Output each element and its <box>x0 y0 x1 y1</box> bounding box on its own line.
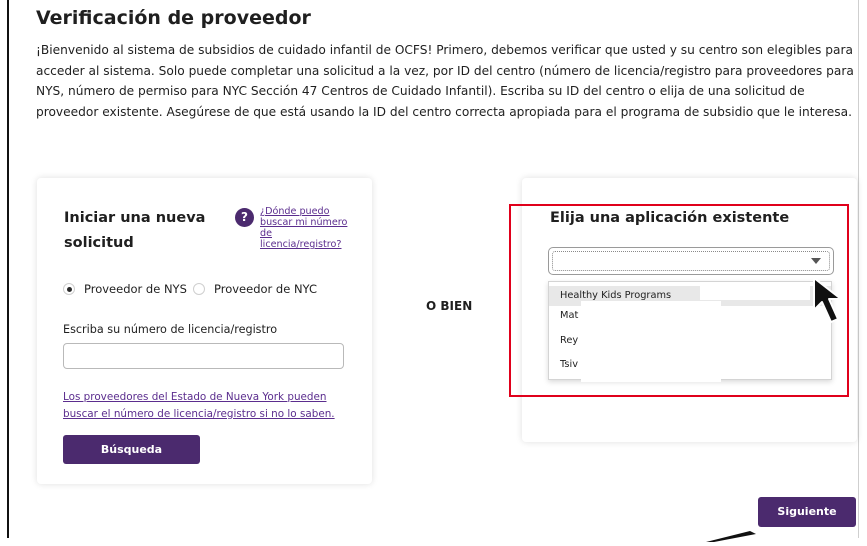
intro-paragraph: ¡Bienvenido al sistema de subsidios de c… <box>36 43 854 119</box>
radio-nyc-provider[interactable]: Proveedor de NYC <box>193 280 317 298</box>
question-mark-icon[interactable]: ? <box>235 208 254 227</box>
arrow-cursor-icon <box>812 276 850 330</box>
license-help-link[interactable]: ¿Dónde puedo buscar mi número de licenci… <box>260 206 355 250</box>
radio-checked-icon[interactable] <box>63 283 75 295</box>
new-application-title: Iniciar una nueva solicitud <box>64 210 206 251</box>
highlight-annotation-box <box>509 204 849 397</box>
license-field-label: Escriba su número de licencia/registro <box>63 323 278 336</box>
right-frame-border <box>858 0 859 538</box>
search-button[interactable]: Búsqueda <box>63 435 200 464</box>
page-title: Verificación de proveedor <box>36 7 311 29</box>
license-number-input[interactable] <box>63 343 344 369</box>
nys-lookup-link[interactable]: Los proveedores del Estado de Nueva York… <box>63 389 353 423</box>
left-frame-border <box>7 0 9 538</box>
radio-nys-label: Proveedor de NYS <box>84 282 187 296</box>
radio-nyc-label: Proveedor de NYC <box>214 282 317 296</box>
radio-unchecked-icon[interactable] <box>193 283 205 295</box>
or-separator: O BIEN <box>426 299 473 313</box>
next-button[interactable]: Siguiente <box>758 497 856 527</box>
new-application-card: Iniciar una nueva solicitud ? ¿Dónde pue… <box>37 178 372 484</box>
radio-nys-provider[interactable]: Proveedor de NYS <box>63 280 187 298</box>
arrow-cursor-icon <box>706 527 756 546</box>
